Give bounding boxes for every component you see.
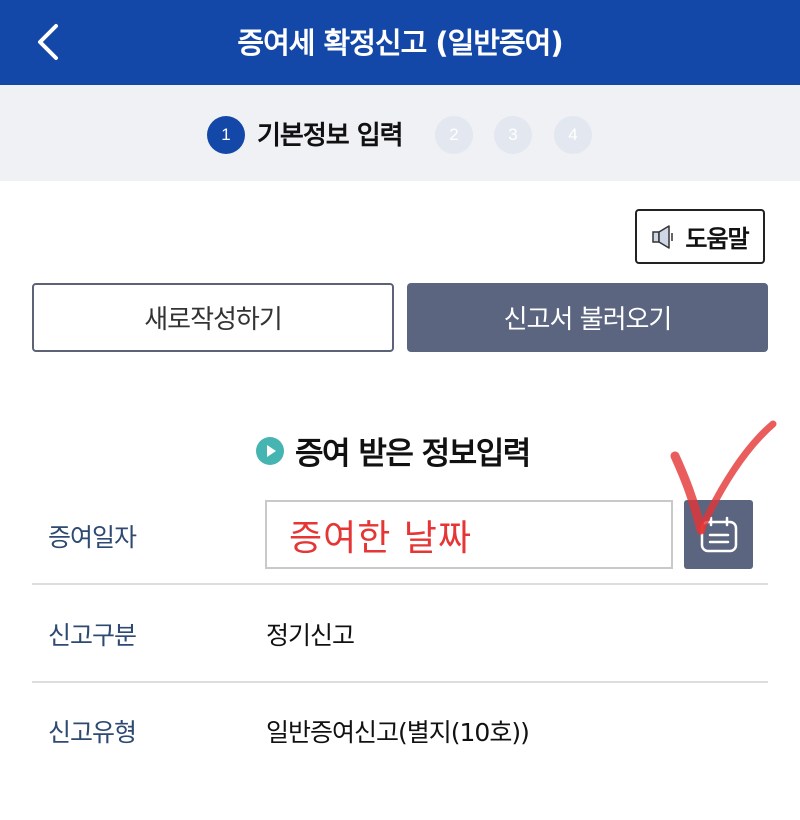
report-category-label: 신고구분: [48, 621, 137, 650]
step-1-label: 기본정보 입력: [257, 121, 404, 151]
new-report-button[interactable]: 새로작성하기: [32, 283, 394, 352]
step-3-indicator: 3: [494, 116, 532, 154]
gift-date-label: 증여일자: [48, 523, 137, 552]
help-button-label: 도움말: [685, 225, 749, 253]
step-2-indicator: 2: [435, 116, 473, 154]
section-header: 증여 받은 정보입력: [255, 428, 531, 473]
step-4-indicator: 4: [554, 116, 592, 154]
step-1-indicator: 1: [207, 116, 245, 154]
report-category-value: 정기신고: [266, 621, 355, 650]
row-divider: [32, 583, 768, 585]
report-type-label: 신고유형: [48, 718, 137, 747]
app-header: 증여세 확정신고 (일반증여): [0, 0, 800, 85]
row-divider: [32, 681, 768, 683]
play-circle-icon: [256, 436, 284, 465]
checkmark-annotation-icon: [670, 420, 777, 535]
speaker-icon: [652, 224, 674, 249]
section-title: 증여 받은 정보입력: [295, 436, 531, 472]
page-title: 증여세 확정신고 (일반증여): [237, 26, 563, 60]
help-button[interactable]: 도움말: [635, 209, 765, 264]
load-report-button[interactable]: 신고서 불러오기: [407, 283, 768, 352]
gift-date-input[interactable]: 증여한 날짜: [265, 500, 673, 569]
report-type-value: 일반증여신고(별지(10호)): [266, 718, 530, 747]
